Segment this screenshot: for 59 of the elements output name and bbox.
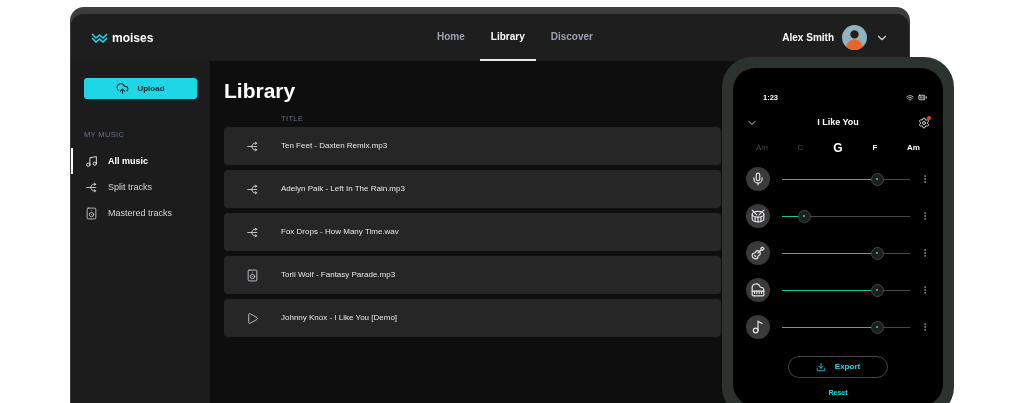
stem-button[interactable] xyxy=(746,167,770,192)
chord-label: C xyxy=(797,141,804,154)
track-row[interactable]: Torii Wolf - Fantasy Parade.mp3 xyxy=(224,256,721,295)
settings-icon[interactable] xyxy=(918,117,930,129)
slider-thumb[interactable] xyxy=(870,246,884,260)
song-title: I Like You xyxy=(817,116,859,130)
chord-label: F xyxy=(872,141,878,154)
volume-slider[interactable] xyxy=(782,246,910,260)
chord-label: Am xyxy=(756,141,768,154)
track-row[interactable]: Adelyn Paik - Left In The Rain.mp3 xyxy=(224,170,721,209)
nav-tab[interactable]: Home xyxy=(426,14,476,61)
play-icon xyxy=(246,311,259,325)
page-title: Library xyxy=(224,78,296,104)
microphone-icon xyxy=(751,172,765,187)
slider-thumb[interactable] xyxy=(870,172,884,186)
sidebar-item[interactable]: Mastered tracks xyxy=(71,200,210,227)
speaker-icon xyxy=(85,206,98,220)
volume-slider[interactable] xyxy=(782,209,910,223)
piano-icon xyxy=(751,283,765,298)
split-icon xyxy=(246,182,259,196)
upload-button[interactable]: Upload xyxy=(84,78,197,99)
music-note-icon xyxy=(85,154,98,168)
logo-text: moises xyxy=(112,29,154,47)
volume-slider[interactable] xyxy=(782,283,910,297)
track-title: Fox Drops - How Many Time.wav xyxy=(281,226,399,239)
stem-button[interactable] xyxy=(746,278,770,303)
avatar[interactable] xyxy=(842,25,867,50)
volume-slider[interactable] xyxy=(782,172,910,186)
guitar-icon xyxy=(751,246,765,261)
upload-icon xyxy=(116,82,130,95)
track-title: Ten Feet - Daxten Remix.mp3 xyxy=(281,140,388,153)
split-icon xyxy=(85,180,98,194)
stem-button[interactable] xyxy=(746,315,770,340)
volume-slider[interactable] xyxy=(782,320,910,334)
stem-button[interactable] xyxy=(746,204,770,229)
track-row[interactable]: Ten Feet - Daxten Remix.mp3 xyxy=(224,127,721,166)
music-note-icon xyxy=(751,320,765,335)
slider-thumb[interactable] xyxy=(797,209,811,223)
drum-icon xyxy=(751,209,765,224)
wifi-icon xyxy=(906,93,914,102)
nav-tab[interactable]: Discover xyxy=(539,14,604,61)
chord-label: G xyxy=(833,139,843,157)
download-icon xyxy=(815,361,826,372)
split-icon xyxy=(246,139,259,153)
track-row[interactable]: Fox Drops - How Many Time.wav xyxy=(224,213,721,252)
slider-thumb[interactable] xyxy=(870,320,884,334)
battery-icon xyxy=(917,93,928,103)
track-title: Adelyn Paik - Left In The Rain.mp3 xyxy=(281,183,405,196)
track-title: Johnny Knox - I Like You [Demo] xyxy=(281,312,398,325)
track-row[interactable]: Johnny Knox - I Like You [Demo] xyxy=(224,299,721,338)
split-icon xyxy=(246,225,259,239)
slider-thumb[interactable] xyxy=(870,283,884,297)
speaker-icon xyxy=(246,268,259,282)
chord-label: Am xyxy=(907,141,920,154)
track-title: Torii Wolf - Fantasy Parade.mp3 xyxy=(281,269,396,282)
stem-button[interactable] xyxy=(746,241,770,266)
sidebar-item[interactable]: Split tracks xyxy=(71,174,210,201)
logo-icon xyxy=(91,32,108,43)
user-name: Alex Smith xyxy=(782,31,834,45)
